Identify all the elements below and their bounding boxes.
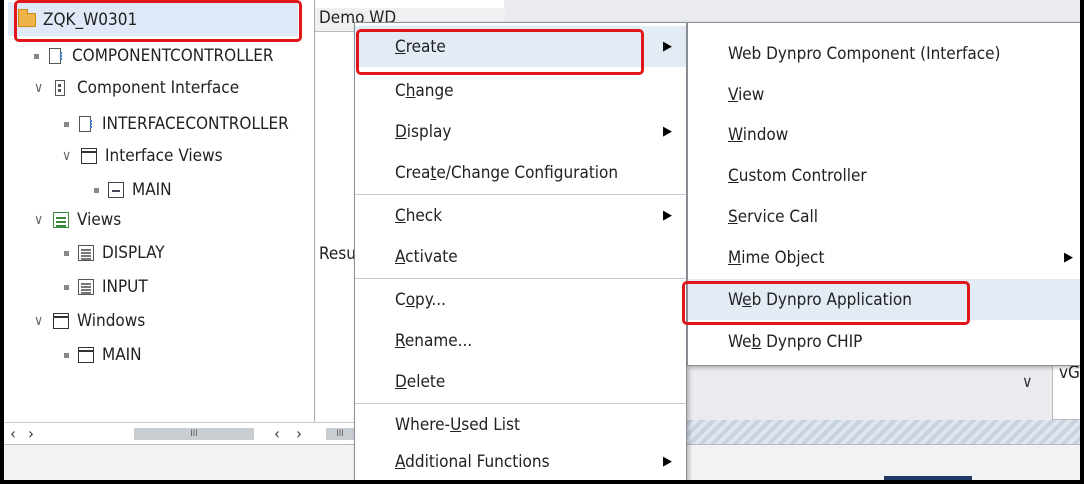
submenu-item-service-call[interactable]: Service Call — [688, 196, 1080, 237]
tree-item-label: COMPONENTCONTROLLER — [72, 46, 274, 66]
tree-item-label: Interface Views — [105, 146, 223, 166]
menu-item-activate[interactable]: Activate — [355, 236, 686, 277]
tree-item-display[interactable]: DISPLAY — [64, 238, 165, 268]
window-icon — [52, 312, 70, 330]
result-label: Resu — [319, 244, 356, 264]
tree-item-main-interface[interactable]: MAIN — [94, 175, 172, 205]
submenu-item-web-dynpro-component[interactable]: Web Dynpro Component (Interface) — [688, 33, 1080, 74]
main-window-icon — [77, 346, 95, 364]
submenu-arrow-icon: ▶ — [663, 39, 672, 54]
submenu-item-custom-controller[interactable]: Custom Controller — [688, 155, 1080, 196]
scroll-left-icon[interactable]: ‹ — [268, 424, 286, 443]
menu-item-display[interactable]: Display ▶ — [355, 111, 686, 152]
menu-item-where-used-list[interactable]: Where-Used List — [355, 404, 686, 445]
submenu-item-web-dynpro-chip[interactable]: Web Dynpro CHIP — [688, 321, 1080, 362]
tree-item-interfacecontroller[interactable]: INTERFACECONTROLLER — [64, 109, 289, 139]
tree-item-label: Views — [77, 210, 122, 230]
submenu-arrow-icon: ▶ — [663, 124, 672, 139]
tree-item-componentcontroller[interactable]: COMPONENTCONTROLLER — [34, 41, 274, 71]
chevron-down-icon[interactable]: ∨ — [1022, 372, 1033, 391]
menu-item-delete[interactable]: Delete — [355, 361, 686, 402]
scroll-thumb[interactable]: III — [134, 428, 254, 440]
tree-item-views[interactable]: ∨ Views — [34, 205, 121, 235]
submenu-arrow-icon: ▶ — [663, 208, 672, 223]
scroll-right-icon[interactable]: › — [290, 424, 308, 443]
controller-icon — [47, 47, 65, 65]
tree-item-label: INTERFACECONTROLLER — [102, 114, 289, 134]
menu-item-change[interactable]: Change — [355, 70, 686, 111]
highlight-root — [14, 0, 302, 42]
menu-item-rename[interactable]: Rename... — [355, 320, 686, 361]
field-value: vGu — [1059, 363, 1080, 383]
menu-item-check[interactable]: Check ▶ — [355, 195, 686, 236]
chevron-down-icon[interactable]: ∨ — [34, 212, 46, 228]
scroll-left-icon[interactable]: ‹ — [4, 424, 22, 443]
submenu-arrow-icon: ▶ — [1064, 250, 1073, 265]
chevron-down-icon[interactable]: ∨ — [62, 148, 74, 164]
app-window: vGu ∨ Demo WD Resu ZQK_W0301 COMPONENTCO… — [0, 0, 1084, 484]
tree-item-interface-views[interactable]: ∨ Interface Views — [62, 141, 223, 171]
chevron-down-icon[interactable]: ∨ — [34, 80, 46, 96]
tree-item-windows[interactable]: ∨ Windows — [34, 306, 145, 336]
tree-item-label: MAIN — [132, 180, 172, 200]
scroll-right-icon[interactable]: › — [22, 424, 40, 443]
submenu-item-window[interactable]: Window — [688, 114, 1080, 155]
menu-item-copy[interactable]: Copy... — [355, 279, 686, 320]
view-icon — [77, 244, 95, 262]
tree-item-label: Windows — [77, 311, 146, 331]
highlight-create — [356, 29, 644, 75]
views-icon — [52, 211, 70, 229]
submenu-item-mime-object[interactable]: Mime Object ▶ — [688, 237, 1080, 278]
tree-scrollbar[interactable]: ‹ › III ‹ › III — [4, 422, 354, 444]
window-icon — [80, 147, 98, 165]
chevron-down-icon[interactable]: ∨ — [34, 313, 46, 329]
tree-item-input[interactable]: INPUT — [64, 272, 148, 302]
view-icon — [77, 278, 95, 296]
highlight-web-dynpro-application — [682, 281, 970, 325]
status-indicator — [884, 476, 972, 480]
object-tree: ZQK_W0301 COMPONENTCONTROLLER ∨ Componen… — [4, 0, 314, 440]
tree-item-label: MAIN — [102, 345, 142, 365]
menu-item-create-change-configuration[interactable]: Create/Change Configuration — [355, 152, 686, 193]
menu-item-additional-functions[interactable]: Additional Functions ▶ — [355, 441, 686, 480]
interface-icon — [52, 79, 70, 97]
context-menu: Create ▶ Change Display ▶ Create/Change Co… — [354, 22, 687, 480]
submenu-arrow-icon: ▶ — [663, 454, 672, 469]
controller-icon — [77, 115, 95, 133]
submenu-item-view[interactable]: View — [688, 74, 1080, 115]
tree-item-label: INPUT — [102, 277, 148, 297]
tree-item-component-interface[interactable]: ∨ Component Interface — [34, 73, 239, 103]
tree-item-label: Component Interface — [77, 78, 240, 98]
tree-item-main-window[interactable]: MAIN — [64, 340, 142, 370]
main-window-icon — [107, 181, 125, 199]
tree-item-label: DISPLAY — [102, 243, 165, 263]
scroll-thumb[interactable]: III — [326, 428, 354, 440]
